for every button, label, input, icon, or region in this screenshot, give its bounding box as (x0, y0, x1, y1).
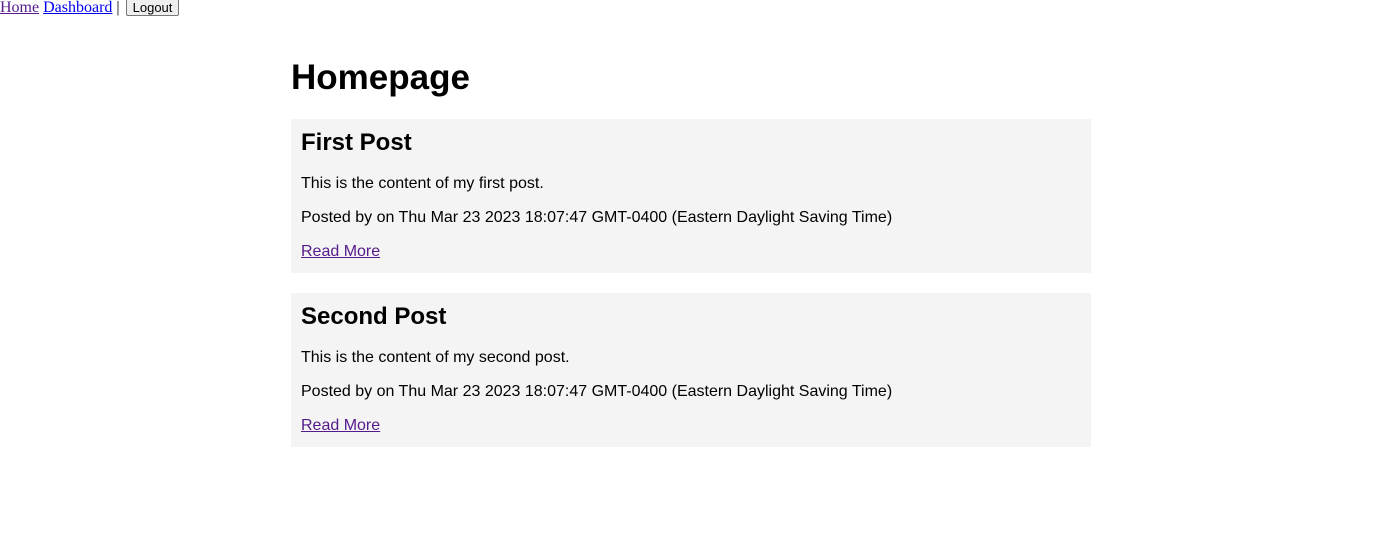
logout-button[interactable]: Logout (125, 0, 180, 16)
read-more-link[interactable]: Read More (301, 242, 380, 262)
post-card: Second Post This is the content of my se… (291, 293, 1091, 447)
main-content: Homepage First Post This is the content … (291, 55, 1091, 467)
post-meta: Posted by on Thu Mar 23 2023 18:07:47 GM… (301, 209, 893, 226)
dashboard-link[interactable]: Dashboard (43, 0, 112, 16)
home-link[interactable]: Home (0, 0, 39, 16)
post-title: Second Post (301, 303, 447, 330)
post-meta: Posted by on Thu Mar 23 2023 18:07:47 GM… (301, 383, 893, 400)
post-title: First Post (301, 129, 412, 156)
page-title: Homepage (291, 58, 470, 97)
nav-separator: | (116, 0, 120, 16)
top-navigation: Home Dashboard | Logout (0, 0, 180, 18)
post-card: First Post This is the content of my fir… (291, 119, 1091, 273)
post-list: First Post This is the content of my fir… (291, 119, 1091, 447)
post-content: This is the content of my second post. (301, 349, 570, 366)
read-more-link[interactable]: Read More (301, 416, 380, 436)
post-content: This is the content of my first post. (301, 175, 544, 192)
